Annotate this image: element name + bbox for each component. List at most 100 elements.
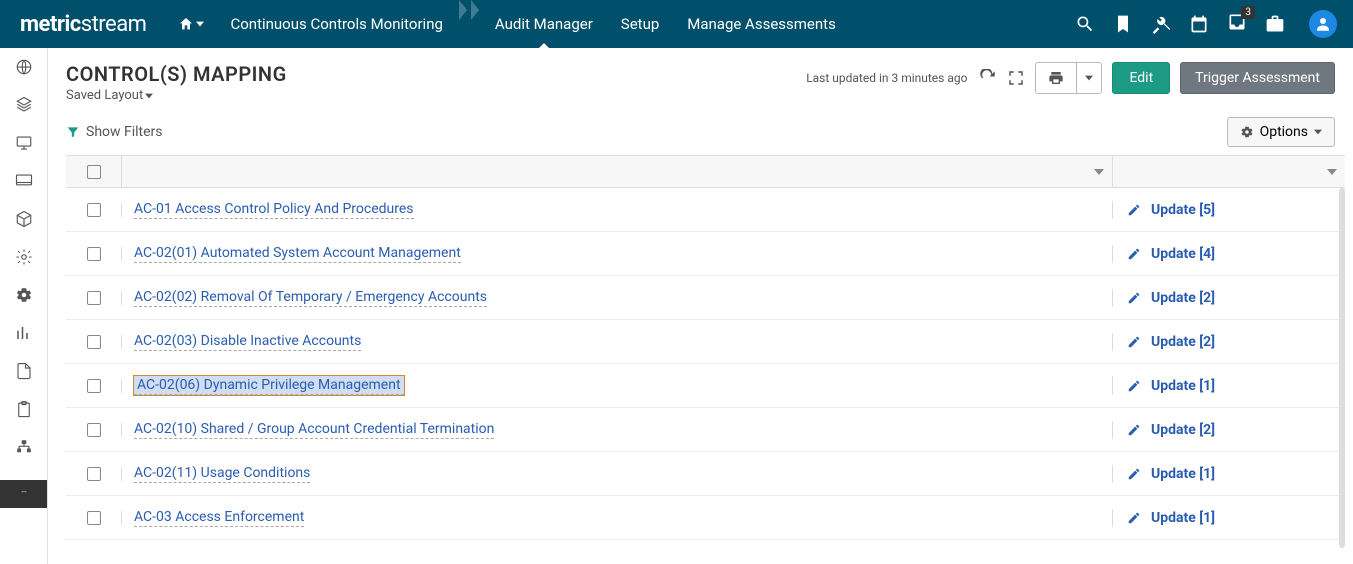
control-link[interactable]: AC-02(03) Disable Inactive Accounts — [134, 333, 361, 351]
options-button[interactable]: Options — [1227, 117, 1335, 147]
left-sidebar — [0, 48, 48, 564]
scrollbar[interactable] — [1339, 188, 1345, 548]
briefcase-icon[interactable] — [1265, 14, 1285, 34]
trigger-assessment-button[interactable]: Trigger Assessment — [1180, 62, 1335, 94]
sidebar-clipboard-icon[interactable] — [15, 400, 33, 418]
table-row: AC-02(11) Usage Conditions Update [1] — [66, 452, 1345, 496]
tools-icon[interactable] — [1151, 14, 1171, 34]
update-link[interactable]: Update [2] — [1151, 422, 1215, 438]
row-checkbox[interactable] — [87, 203, 101, 217]
nav-item[interactable]: Manage Assessments — [673, 0, 850, 48]
sidebar-globe-icon[interactable] — [15, 58, 33, 76]
update-link[interactable]: Update [2] — [1151, 290, 1215, 306]
nav-item[interactable]: Continuous Controls Monitoring — [216, 0, 456, 48]
print-dropdown[interactable] — [1076, 62, 1102, 94]
update-link[interactable]: Update [5] — [1151, 202, 1215, 218]
edit-icon[interactable] — [1127, 511, 1141, 525]
bookmark-icon[interactable] — [1113, 14, 1133, 34]
sidebar-org-icon[interactable] — [15, 438, 33, 456]
edit-icon[interactable] — [1127, 423, 1141, 437]
row-checkbox[interactable] — [87, 247, 101, 261]
edit-icon[interactable] — [1127, 203, 1141, 217]
primary-nav: Continuous Controls Monitoring Audit Mana… — [166, 0, 849, 48]
edit-button[interactable]: Edit — [1112, 62, 1170, 94]
nav-home[interactable] — [166, 16, 216, 32]
row-checkbox-cell — [66, 511, 122, 525]
sidebar-document-icon[interactable] — [15, 362, 33, 380]
row-checkbox[interactable] — [87, 379, 101, 393]
user-icon — [1314, 15, 1332, 33]
table-row: AC-02(10) Shared / Group Account Credent… — [66, 408, 1345, 452]
sidebar-package-icon[interactable] — [15, 210, 33, 228]
control-link[interactable]: AC-02(06) Dynamic Privilege Management — [134, 376, 404, 395]
update-link[interactable]: Update [1] — [1151, 466, 1215, 482]
update-link[interactable]: Update [4] — [1151, 246, 1215, 262]
row-name-cell: AC-02(03) Disable Inactive Accounts — [122, 333, 1113, 351]
control-link[interactable]: AC-02(10) Shared / Group Account Credent… — [134, 421, 494, 439]
row-checkbox[interactable] — [87, 467, 101, 481]
sidebar-monitor-icon[interactable] — [15, 134, 33, 152]
row-checkbox[interactable] — [87, 291, 101, 305]
row-checkbox[interactable] — [87, 423, 101, 437]
edit-icon[interactable] — [1127, 467, 1141, 481]
user-avatar[interactable] — [1309, 10, 1337, 38]
search-icon[interactable] — [1075, 14, 1095, 34]
sort-icon — [1327, 167, 1337, 177]
sidebar-settings-icon[interactable] — [15, 286, 33, 304]
table-row: AC-02(06) Dynamic Privilege Management U… — [66, 364, 1345, 408]
row-checkbox[interactable] — [87, 335, 101, 349]
edit-icon[interactable] — [1127, 379, 1141, 393]
sidebar-layers-icon[interactable] — [15, 96, 33, 114]
control-link[interactable]: AC-03 Access Enforcement — [134, 509, 304, 527]
table-row: AC-03 Access Enforcement Update [1] — [66, 496, 1345, 540]
row-name-cell: AC-02(11) Usage Conditions — [122, 465, 1113, 483]
update-link[interactable]: Update [2] — [1151, 334, 1215, 350]
top-right-actions: 3 — [1075, 10, 1337, 38]
edit-icon[interactable] — [1127, 291, 1141, 305]
header-checkbox-cell — [66, 156, 122, 187]
sidebar-gear-icon[interactable] — [15, 248, 33, 266]
refresh-icon[interactable] — [979, 69, 997, 87]
edit-icon[interactable] — [1127, 247, 1141, 261]
nav-item[interactable]: Setup — [607, 0, 673, 48]
row-action-cell: Update [2] — [1113, 422, 1345, 438]
header-name-cell[interactable] — [122, 156, 1113, 187]
control-link[interactable]: AC-02(02) Removal Of Temporary / Emergen… — [134, 289, 487, 307]
row-checkbox-cell — [66, 379, 122, 393]
notification-badge: 3 — [1241, 6, 1255, 19]
fullscreen-icon[interactable] — [1007, 69, 1025, 87]
edit-icon[interactable] — [1127, 335, 1141, 349]
update-link[interactable]: Update [1] — [1151, 510, 1215, 526]
print-button[interactable] — [1035, 62, 1076, 94]
control-link[interactable]: AC-02(01) Automated System Account Manag… — [134, 245, 461, 263]
update-link[interactable]: Update [1] — [1151, 378, 1215, 394]
row-name-cell: AC-02(02) Removal Of Temporary / Emergen… — [122, 289, 1113, 307]
nav-item[interactable]: Audit Manager — [481, 0, 607, 48]
sidebar-chart-icon[interactable] — [15, 324, 33, 342]
brand-logo[interactable]: metricstream — [0, 12, 166, 37]
show-filters-toggle[interactable]: Show Filters — [66, 124, 163, 140]
row-action-cell: Update [1] — [1113, 466, 1345, 482]
saved-layout-dropdown[interactable]: Saved Layout — [66, 88, 287, 103]
header-action-cell[interactable] — [1113, 156, 1345, 187]
calendar-icon[interactable] — [1189, 14, 1209, 34]
table-row: AC-02(02) Removal Of Temporary / Emergen… — [66, 276, 1345, 320]
filter-icon — [66, 125, 80, 139]
select-all-checkbox[interactable] — [87, 165, 101, 179]
row-action-cell: Update [1] — [1113, 510, 1345, 526]
sidebar-more[interactable] — [0, 480, 47, 508]
control-link[interactable]: AC-02(11) Usage Conditions — [134, 465, 310, 483]
row-action-cell: Update [5] — [1113, 202, 1345, 218]
row-checkbox-cell — [66, 291, 122, 305]
saved-layout-label: Saved Layout — [66, 88, 143, 103]
caret-down-icon — [1314, 129, 1322, 135]
home-icon — [178, 16, 194, 32]
row-checkbox-cell — [66, 203, 122, 217]
sidebar-desktop-icon[interactable] — [15, 172, 33, 190]
control-link[interactable]: AC-01 Access Control Policy And Procedur… — [134, 201, 414, 219]
notifications[interactable]: 3 — [1227, 12, 1247, 36]
gear-icon — [1240, 125, 1254, 139]
sort-icon — [1094, 167, 1104, 177]
row-checkbox[interactable] — [87, 511, 101, 525]
printer-icon — [1048, 70, 1064, 86]
